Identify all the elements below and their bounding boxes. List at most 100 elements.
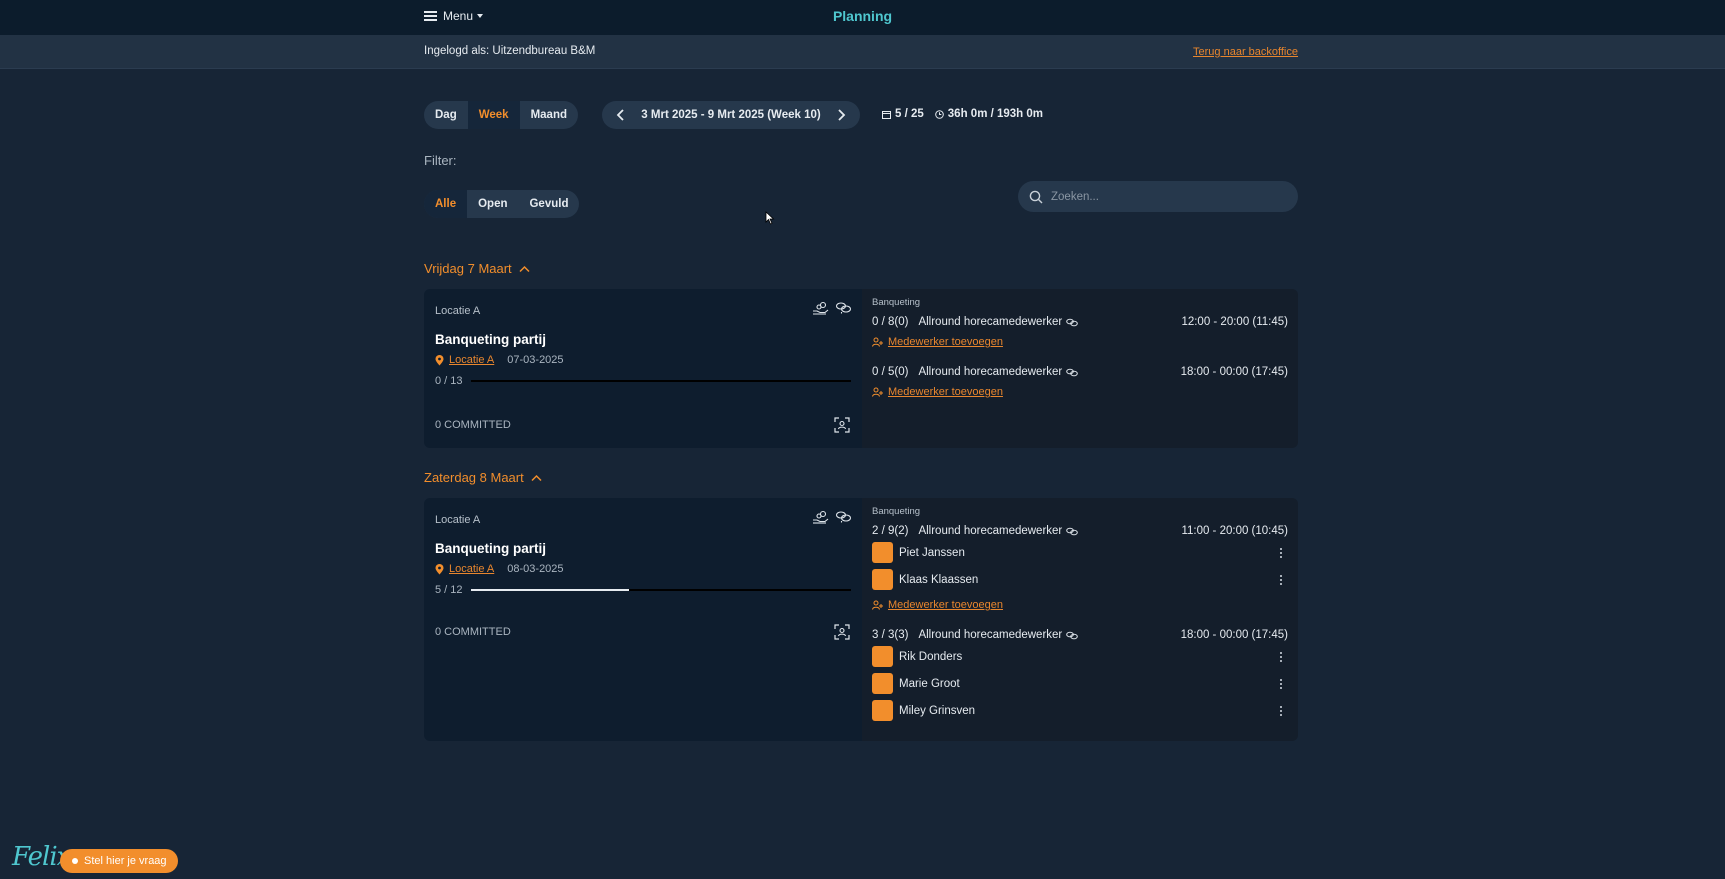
shift-role: Allround horecamedewerker — [918, 316, 1063, 328]
staffing-progress: 0 / 13 — [435, 375, 851, 387]
avatar — [872, 569, 893, 590]
more-options-icon[interactable] — [1274, 677, 1288, 691]
shift-row: 2 / 9(2) Allround horecamedewerker 11:00… — [872, 523, 1288, 539]
worker-name: Miley Grinsven — [899, 704, 976, 717]
coins-icon — [1066, 368, 1079, 376]
add-worker-link[interactable]: Medewerker toevoegen — [888, 599, 1003, 611]
progress-text: 0 / 13 — [435, 375, 463, 387]
more-options-icon[interactable] — [1274, 546, 1288, 560]
help-chat-button[interactable]: Stel hier je vraag — [60, 849, 178, 873]
chevron-up-icon — [519, 265, 530, 272]
scan-user-icon[interactable] — [834, 417, 850, 433]
day-header-friday[interactable]: Vrijdag 7 Maart — [424, 261, 530, 276]
filter-label: Filter: — [424, 153, 457, 168]
shift-time: 18:00 - 00:00 (17:45) — [1180, 366, 1288, 378]
search-icon — [1029, 190, 1043, 203]
avatar — [872, 700, 893, 721]
worker-row[interactable]: Miley Grinsven — [872, 697, 1288, 724]
filter-filled-button[interactable]: Gevuld — [518, 190, 579, 218]
event-icons — [812, 301, 852, 315]
shift-list: Banqueting 2 / 9(2) Allround horecamedew… — [862, 498, 1298, 741]
event-summary: Locatie A Banqueting partij Locatie A 07… — [424, 289, 862, 448]
shift-time: 18:00 - 00:00 (17:45) — [1180, 629, 1288, 641]
hand-coins-icon[interactable] — [812, 510, 829, 524]
event-date: 07-03-2025 — [507, 354, 564, 366]
clock-icon — [934, 109, 944, 119]
user-plus-icon — [872, 387, 883, 397]
view-month-button[interactable]: Maand — [520, 101, 578, 129]
view-day-button[interactable]: Dag — [424, 101, 468, 129]
add-worker-link[interactable]: Medewerker toevoegen — [888, 386, 1003, 398]
filter-all-button[interactable]: Alle — [424, 190, 468, 218]
page-title: Planning — [832, 8, 893, 24]
filter-open-button[interactable]: Open — [467, 190, 518, 218]
top-bar: Menu Planning — [0, 0, 1725, 35]
search-input[interactable] — [1051, 190, 1281, 203]
progress-bar — [470, 380, 851, 382]
chevron-up-icon — [531, 474, 542, 481]
user-plus-icon — [872, 337, 883, 347]
shift-block: 0 / 5(0) Allround horecamedewerker 18:00… — [872, 364, 1288, 400]
worker-row[interactable]: Rik Donders — [872, 643, 1288, 670]
next-week-button[interactable] — [832, 106, 850, 124]
week-stats: 5 / 25 36h 0m / 193h 0m — [882, 108, 1043, 120]
event-card: Locatie A Banqueting partij Locatie A 08… — [424, 498, 1298, 741]
hours-stat: 36h 0m / 193h 0m — [934, 108, 1044, 120]
prev-week-button[interactable] — [612, 106, 630, 124]
shift-count: 0 / 8(0) — [872, 316, 909, 328]
mouse-cursor-icon — [765, 211, 775, 225]
location-label: Locatie A — [435, 305, 481, 317]
hours-count: 36h 0m / 193h 0m — [947, 108, 1044, 120]
calendar-icon — [882, 110, 891, 119]
add-worker-link[interactable]: Medewerker toevoegen — [888, 336, 1003, 348]
avatar — [872, 673, 893, 694]
day-header-saturday[interactable]: Zaterdag 8 Maart — [424, 470, 542, 485]
committed-count: 0 COMMITTED — [435, 419, 511, 431]
scan-user-icon[interactable] — [834, 624, 850, 640]
day-header-label: Zaterdag 8 Maart — [424, 470, 524, 485]
chevron-right-icon — [838, 109, 846, 121]
shift-stat: 5 / 25 — [882, 108, 924, 120]
shift-count: 2 / 9(2) — [872, 525, 909, 537]
shift-block: 3 / 3(3) Allround horecamedewerker 18:00… — [872, 627, 1288, 724]
more-options-icon[interactable] — [1274, 573, 1288, 587]
category-label: Banqueting — [872, 506, 921, 517]
staffing-progress: 5 / 12 — [435, 584, 851, 596]
worker-name: Rik Donders — [899, 650, 963, 663]
backoffice-link[interactable]: Terug naar backoffice — [1193, 46, 1298, 58]
avatar — [872, 542, 893, 563]
location-link[interactable]: Locatie A — [449, 563, 494, 575]
hand-coins-icon[interactable] — [812, 301, 829, 315]
coins-icon — [1066, 527, 1079, 535]
location-label: Locatie A — [435, 514, 481, 526]
more-options-icon[interactable] — [1274, 704, 1288, 718]
worker-row[interactable]: Marie Groot — [872, 670, 1288, 697]
add-worker-row: Medewerker toevoegen — [872, 334, 1288, 350]
event-title: Banqueting partij — [435, 541, 546, 556]
more-options-icon[interactable] — [1274, 650, 1288, 664]
add-worker-row: Medewerker toevoegen — [872, 384, 1288, 400]
location-link[interactable]: Locatie A — [449, 354, 494, 366]
event-location-row: Locatie A 08-03-2025 — [435, 563, 564, 575]
progress-bar — [470, 589, 851, 591]
map-pin-icon — [435, 354, 444, 365]
logged-in-as: Ingelogd als: Uitzendbureau B&M — [424, 45, 596, 57]
worker-row[interactable]: Klaas Klaassen — [872, 566, 1288, 593]
login-bar: Ingelogd als: Uitzendbureau B&M Terug na… — [0, 35, 1725, 69]
event-summary: Locatie A Banqueting partij Locatie A 08… — [424, 498, 862, 741]
day-header-label: Vrijdag 7 Maart — [424, 261, 512, 276]
dot-icon — [72, 858, 78, 864]
event-location-row: Locatie A 07-03-2025 — [435, 354, 564, 366]
shift-row: 3 / 3(3) Allround horecamedewerker 18:00… — [872, 627, 1288, 643]
shift-block: 0 / 8(0) Allround horecamedewerker 12:00… — [872, 314, 1288, 350]
event-card: Locatie A Banqueting partij Locatie A 07… — [424, 289, 1298, 448]
shift-row: 0 / 5(0) Allround horecamedewerker 18:00… — [872, 364, 1288, 380]
event-icons — [812, 510, 852, 524]
view-week-button[interactable]: Week — [467, 101, 520, 129]
chevron-left-icon — [616, 109, 624, 121]
date-navigator: 3 Mrt 2025 - 9 Mrt 2025 (Week 10) — [602, 101, 860, 129]
search-box — [1018, 181, 1298, 212]
coins-icon[interactable] — [835, 301, 852, 315]
coins-icon[interactable] — [835, 510, 852, 524]
worker-row[interactable]: Piet Janssen — [872, 539, 1288, 566]
